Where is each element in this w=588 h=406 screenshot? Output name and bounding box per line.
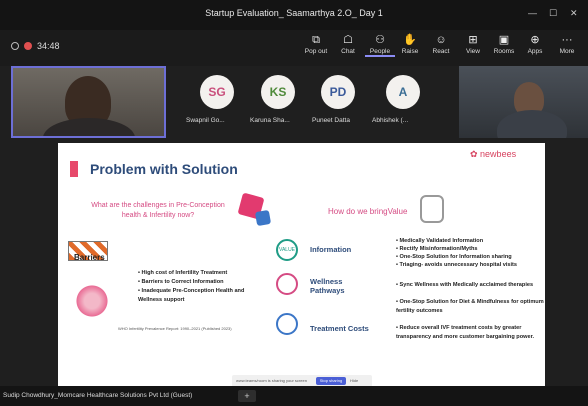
chat-icon: ☖	[343, 34, 353, 46]
stop-sharing-button[interactable]: Stop sharing	[316, 377, 346, 385]
pillar-label: Information	[310, 245, 352, 254]
raise-hand-icon: ✋	[403, 34, 417, 46]
avatar-ks[interactable]: KS	[261, 75, 295, 109]
information-icon: VALUE	[276, 239, 298, 261]
hide-button[interactable]: Hide	[350, 378, 358, 383]
record-icon	[24, 42, 32, 50]
minimize-button[interactable]: —	[528, 8, 537, 18]
meeting-timer: 34:48	[37, 41, 60, 51]
avatar-a[interactable]: A	[386, 75, 420, 109]
chat-button[interactable]: ☖ Chat	[333, 33, 363, 55]
participant-name: Abhishek (...	[372, 117, 409, 124]
avatar-pd[interactable]: PD	[321, 75, 355, 109]
solution-point: • One-Stop Solution for Diet & Mindfulne…	[396, 299, 544, 314]
slide-title: Problem with Solution	[90, 161, 238, 177]
value-bag-icon	[420, 195, 444, 223]
pillar-label: Treatment Costs	[310, 324, 369, 333]
wellness-icon	[276, 273, 298, 295]
video-tile-presenter[interactable]	[11, 66, 166, 138]
close-button[interactable]: ✕	[570, 8, 578, 19]
raise-hand-button[interactable]: ✋ Raise	[395, 33, 425, 55]
avatar-sg[interactable]: SG	[200, 75, 234, 109]
challenge-question: What are the challenges in Pre-Conceptio…	[91, 202, 225, 219]
rooms-icon: ▣	[498, 34, 510, 46]
pop-out-button[interactable]: ⧉ Pop out	[301, 33, 331, 55]
solution-point: • Triaging- avoids unnecessary hospital …	[396, 262, 518, 268]
solution-point: • Sync Wellness with Medically acclaimed…	[396, 282, 534, 288]
how-value-text: How do we bringValue	[328, 207, 408, 216]
shared-slide: Problem with Solution ✿ newbees What are…	[58, 143, 545, 386]
barriers-label: Barriers	[74, 253, 105, 262]
source-note: WHO Infertility Prevalence Report: 1990–…	[118, 326, 232, 331]
pop-out-icon: ⧉	[312, 34, 320, 46]
cell-illustration	[74, 283, 110, 319]
sharing-text: www.teams/room is sharing your screen	[236, 378, 307, 383]
more-button[interactable]: ··· More	[552, 33, 582, 55]
barrier-point: • Inadequate Pre-Conception Health and W…	[138, 288, 245, 303]
solution-point: • Reduce overall IVF treatment costs by …	[396, 325, 535, 340]
participant-name: Puneet Datta	[312, 117, 350, 124]
person-shoulders	[43, 118, 135, 136]
people-icon: ⚇	[375, 34, 385, 46]
participant-name: Swapnil Go...	[186, 117, 225, 124]
puzzle-icon	[254, 209, 272, 227]
pillar-label: Wellness Pathways	[310, 277, 345, 295]
react-button[interactable]: ☺ React	[426, 33, 456, 55]
window-title: Startup Evaluation_ Saamarthya 2.O_ Day …	[205, 8, 383, 18]
people-button[interactable]: ⚇ People	[365, 33, 395, 57]
apps-button[interactable]: ⊕ Apps	[520, 33, 550, 55]
presenter-name: Sudip Chowdhury_Momcare Healthcare Solut…	[3, 392, 193, 399]
barrier-point: • High cost of Infertility Treatment	[138, 270, 228, 276]
barrier-point: • Barriers to Correct Information	[138, 279, 224, 285]
brand-logo: ✿ newbees	[470, 149, 517, 159]
more-icon: ···	[561, 34, 573, 46]
title-accent	[70, 161, 78, 177]
shield-icon	[11, 42, 19, 50]
rooms-button[interactable]: ▣ Rooms	[489, 33, 519, 55]
meeting-toolbar: 34:48 ⧉ Pop out ☖ Chat ⚇ People ✋ Raise ☺ Rea…	[0, 30, 588, 66]
video-tile-participant[interactable]	[459, 66, 588, 138]
bottom-bar: Sudip Chowdhury_Momcare Healthcare Solut…	[0, 386, 588, 406]
person-shoulders	[497, 110, 567, 138]
maximize-button[interactable]: ☐	[549, 8, 557, 19]
title-bar: Startup Evaluation_ Saamarthya 2.O_ Day …	[0, 0, 588, 30]
react-icon: ☺	[435, 34, 447, 46]
treatment-cost-icon	[276, 313, 298, 335]
add-tab-button[interactable]: +	[238, 390, 256, 402]
view-icon: ⊞	[468, 34, 478, 46]
view-button[interactable]: ⊞ View	[458, 33, 488, 55]
participant-name: Karuna Sha...	[250, 117, 290, 124]
recording-status: 34:48	[11, 41, 60, 51]
apps-icon: ⊕	[530, 34, 540, 46]
